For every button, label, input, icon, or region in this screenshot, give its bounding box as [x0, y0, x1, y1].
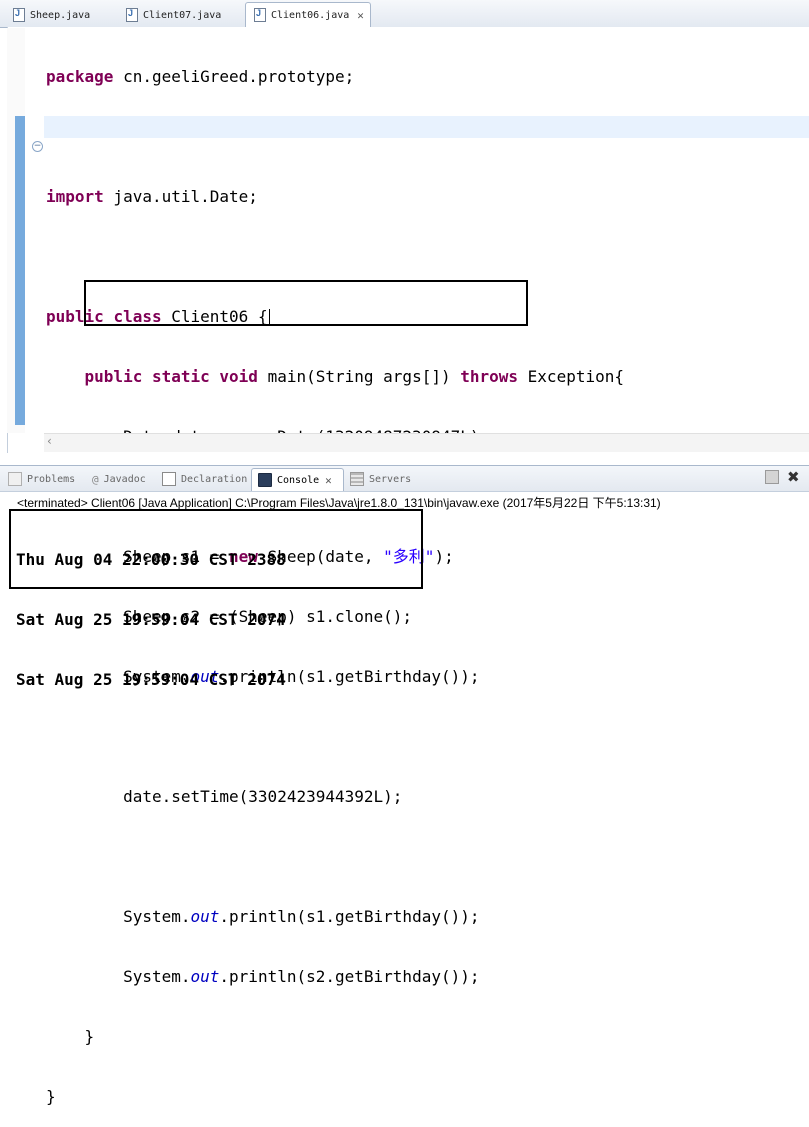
overview-ruler-highlight — [15, 116, 25, 425]
editor-tab-bar: Sheep.java Client07.java Client06.java ✕ — [0, 0, 809, 28]
tab-label: Client06.java — [271, 9, 350, 21]
code-line: date.setTime(3302423944392L); — [123, 787, 403, 806]
highlight-box-console — [9, 509, 423, 589]
close-view-icon[interactable]: ✖ — [787, 468, 800, 486]
java-file-icon — [254, 8, 266, 22]
java-file-icon — [126, 8, 138, 22]
code-line: } — [84, 1027, 95, 1046]
tab-console[interactable]: Console ✕ — [251, 468, 344, 491]
declaration-icon — [162, 472, 176, 486]
close-icon[interactable]: ✕ — [325, 474, 332, 487]
console-output-line: Sat Aug 25 19:59:04 CST 2074 — [16, 670, 286, 689]
tab-problems[interactable]: Problems — [2, 468, 82, 490]
tab-label: Client07.java — [143, 9, 222, 21]
views-tab-bar: Problems @ Javadoc Declaration Console ✕… — [0, 465, 809, 492]
tab-client06-java[interactable]: Client06.java ✕ — [245, 2, 371, 28]
code-line: } — [46, 1087, 56, 1106]
fold-collapse-icon[interactable]: − — [32, 141, 43, 152]
tab-client07-java[interactable]: Client07.java — [117, 2, 239, 28]
tab-label: Console — [277, 474, 320, 486]
tab-declaration[interactable]: Declaration — [156, 468, 248, 490]
tab-label: Problems — [27, 473, 76, 485]
code-line: package cn.geeliGreed.prototype; — [46, 67, 355, 86]
highlight-box-settime — [84, 280, 528, 326]
tab-sheep-java[interactable]: Sheep.java — [4, 2, 110, 28]
close-icon[interactable]: ✕ — [357, 9, 364, 22]
tab-label: Servers — [369, 473, 412, 485]
code-line: System.out.println(s1.getBirthday()); — [123, 907, 480, 926]
code-line: System.out.println(s2.getBirthday()); — [123, 967, 480, 986]
javadoc-icon: @ — [92, 473, 99, 486]
tab-label: Javadoc — [103, 473, 146, 485]
horizontal-scrollbar[interactable]: ‹ — [44, 433, 809, 452]
console-icon — [258, 473, 272, 487]
code-line: import java.util.Date; — [46, 187, 258, 206]
problems-icon — [8, 472, 22, 486]
tab-servers[interactable]: Servers — [344, 468, 416, 490]
console-output-line: Sat Aug 25 19:59:04 CST 2074 — [16, 610, 286, 629]
tab-label: Sheep.java — [30, 9, 91, 21]
servers-icon — [350, 472, 364, 486]
java-file-icon — [13, 8, 25, 22]
scroll-left-icon[interactable]: ‹ — [47, 434, 52, 448]
code-line: public static void main(String args[]) t… — [84, 367, 624, 386]
minimize-view-button[interactable] — [765, 470, 779, 484]
tab-label: Declaration — [181, 473, 248, 485]
tab-javadoc[interactable]: @ Javadoc — [86, 468, 154, 490]
